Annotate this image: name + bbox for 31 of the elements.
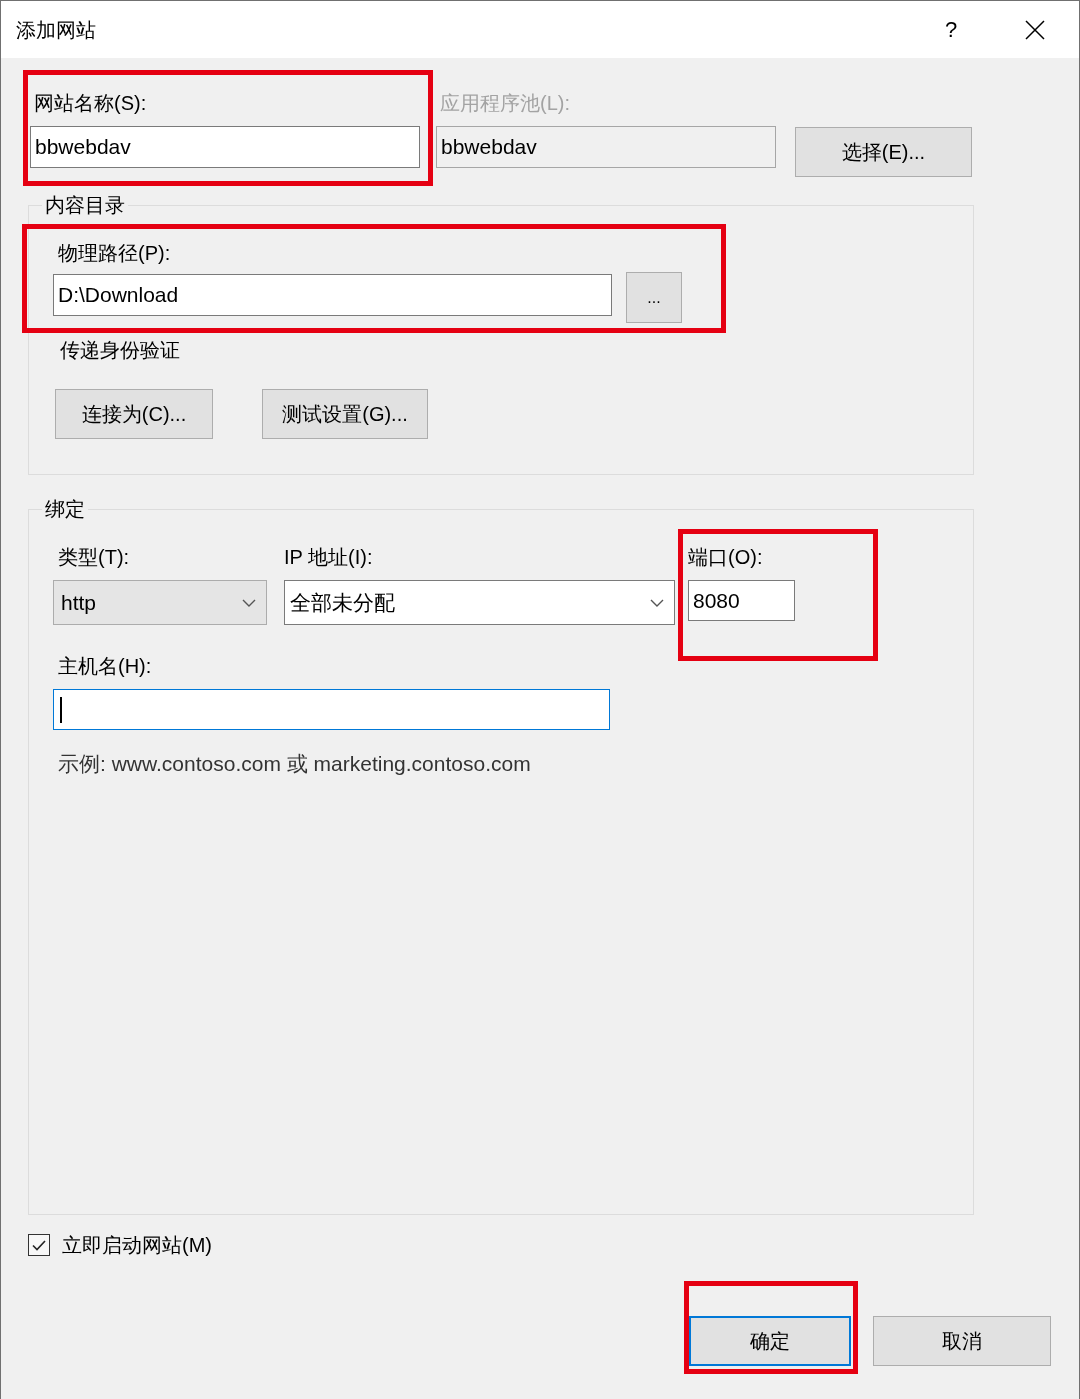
field-label: 物理路径(P): [57, 241, 172, 265]
window-title: 添加网站 [16, 17, 96, 42]
port-field[interactable]: 8080 [688, 580, 795, 621]
chevron-down-icon [242, 598, 256, 607]
group-title: 绑定 [44, 497, 86, 521]
chevron-down-icon [650, 598, 664, 607]
example-text: 示例: www.contoso.com 或 marketing.contoso.com [58, 752, 532, 776]
group-title: 内容目录 [44, 193, 126, 217]
help-button[interactable]: ? [928, 1, 974, 58]
physical-path-field[interactable]: D:\Download [53, 274, 612, 316]
site-name-field[interactable]: bbwebdav [30, 126, 420, 168]
checkmark-icon [32, 1239, 46, 1251]
section-label: 传递身份验证 [60, 338, 181, 362]
browse-button[interactable]: ... [626, 272, 682, 323]
host-name-field[interactable] [53, 689, 610, 730]
field-label: IP 地址(I): [284, 545, 374, 569]
checkbox-label: 立即启动网站(M) [62, 1233, 212, 1257]
field-label: 主机名(H): [58, 654, 153, 678]
text-cursor-icon [60, 696, 62, 723]
ip-address-combo[interactable]: 全部未分配 [284, 580, 675, 625]
dialog-button[interactable]: 测试设置(G)... [262, 389, 428, 439]
field-label: 应用程序池(L): [439, 91, 571, 115]
field-label: 网站名称(S): [33, 91, 148, 115]
field-label: 类型(T): [57, 545, 131, 569]
checkbox[interactable] [28, 1234, 50, 1256]
dialog-button[interactable]: 取消 [873, 1316, 1051, 1366]
close-icon [1025, 19, 1045, 40]
type-dropdown[interactable]: http [53, 580, 267, 625]
dialog-button[interactable]: 确定 [689, 1316, 851, 1366]
field-label: 端口(O): [688, 545, 764, 569]
dialog-button[interactable]: 连接为(C)... [55, 389, 213, 439]
